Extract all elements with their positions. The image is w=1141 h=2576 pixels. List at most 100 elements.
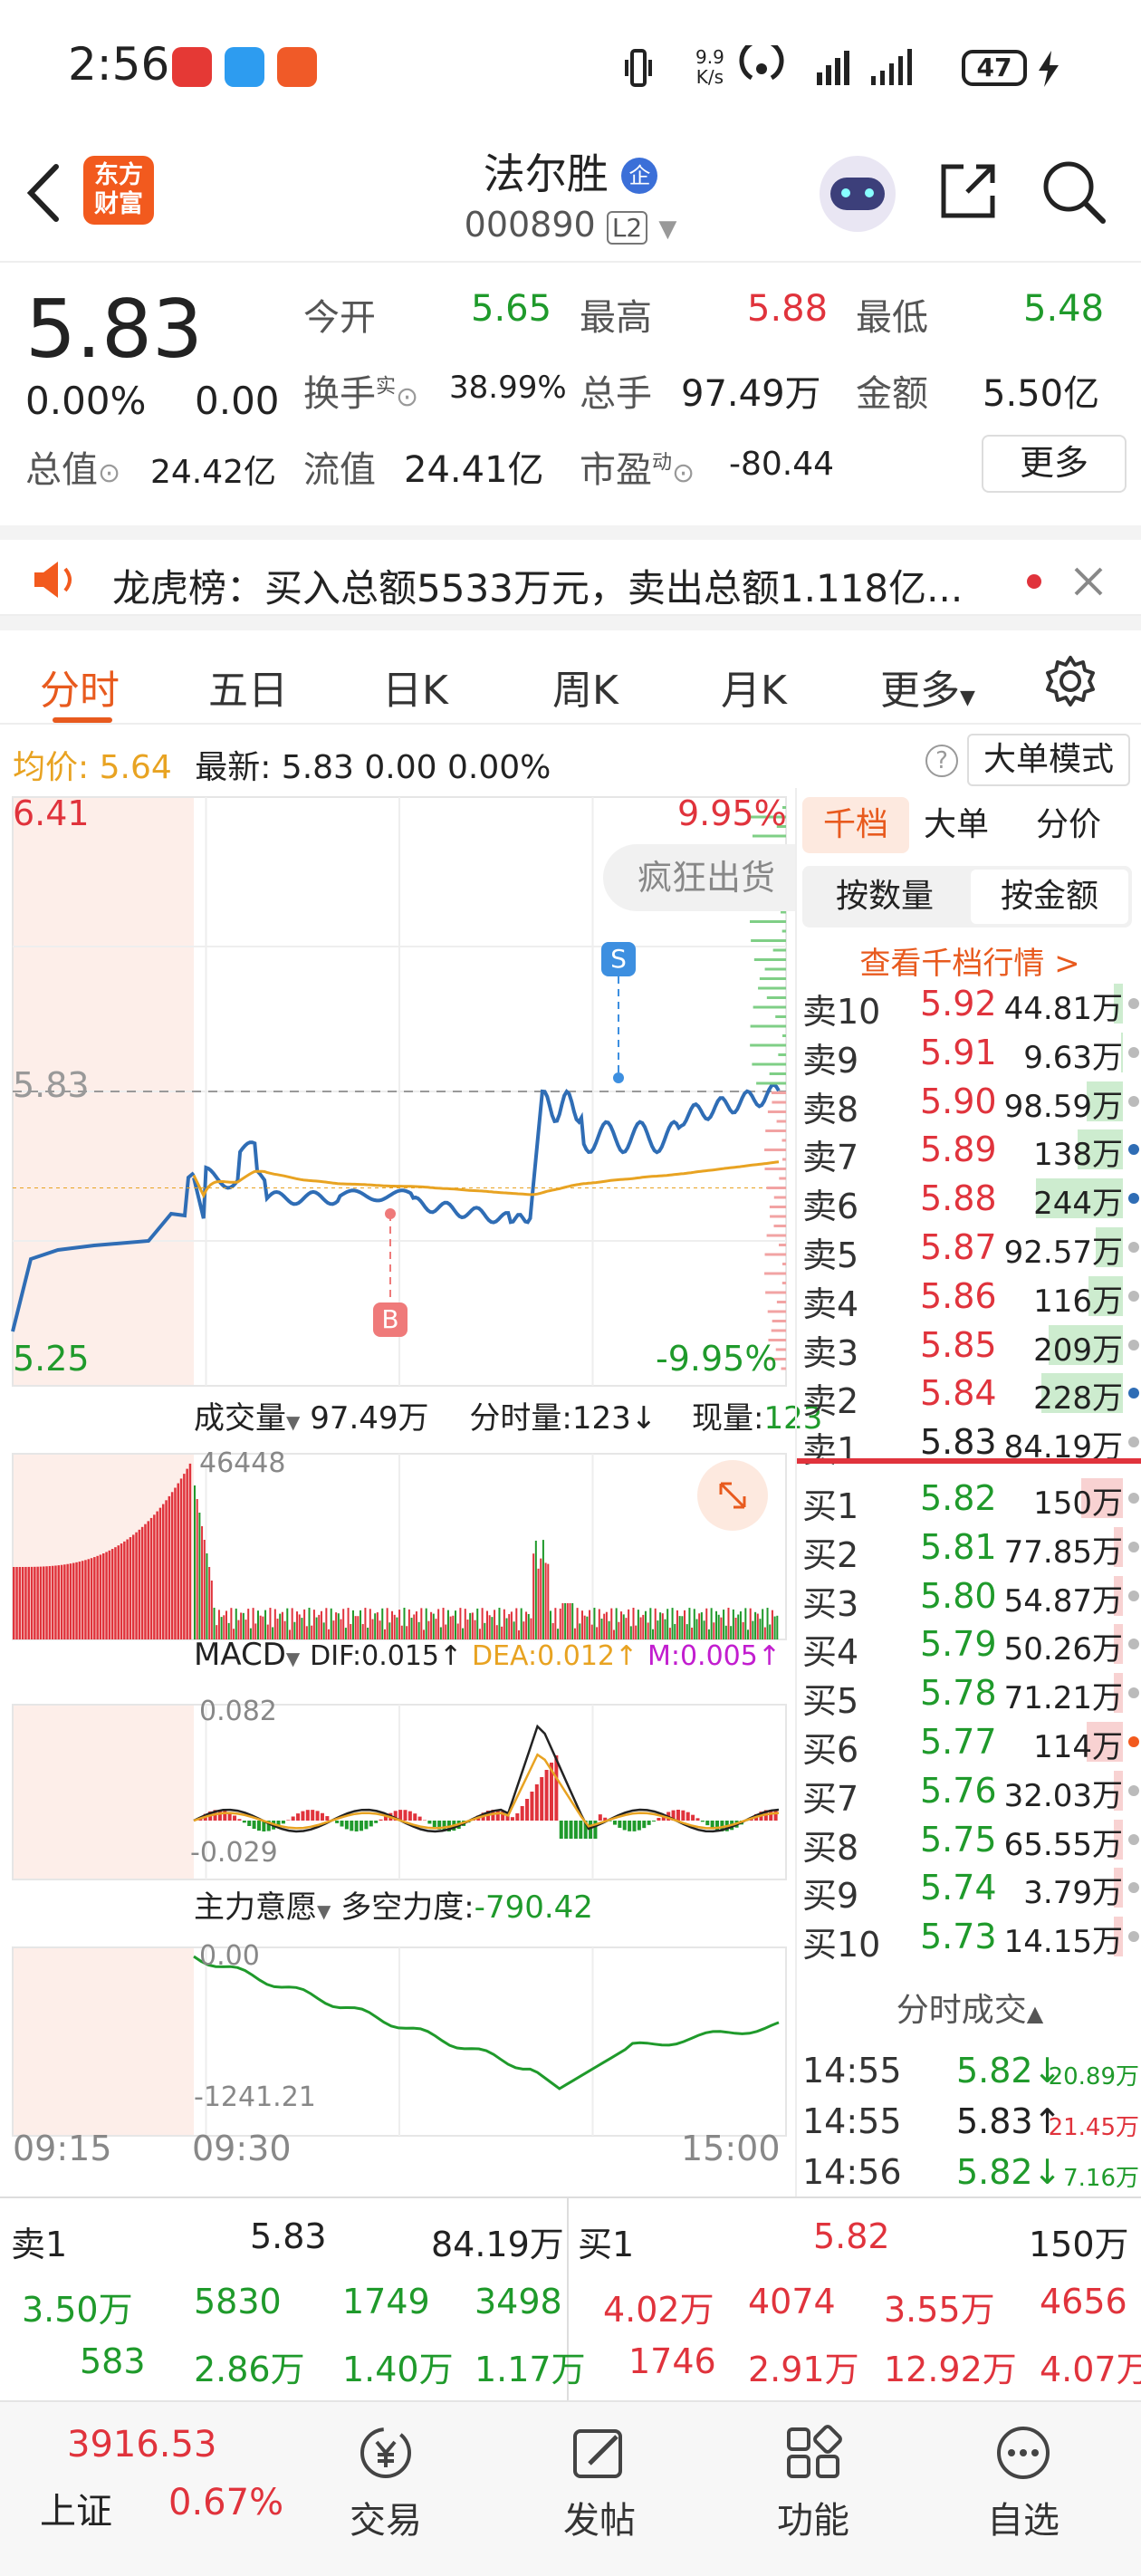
order-flow-bar	[759, 977, 786, 980]
order-flow-bar	[750, 1024, 786, 1028]
chart-canvas[interactable]	[0, 788, 797, 2196]
volume-bar	[542, 1540, 544, 1639]
info-icon[interactable]: ⊙	[98, 457, 120, 489]
sell-level-row[interactable]: 卖5 5.87 92.57万	[797, 1222, 1141, 1275]
search-icon[interactable]	[1040, 158, 1108, 226]
volume-bar	[598, 1609, 600, 1639]
sort-by-amount[interactable]: 按金额	[971, 870, 1128, 924]
sell-level-price: 5.91	[920, 1032, 997, 1072]
volume-indicator-select[interactable]: 成交量▼	[194, 1400, 300, 1437]
sort-by-quantity[interactable]: 按数量	[802, 866, 967, 928]
sell-level-row[interactable]: 卖10 5.92 44.81万	[797, 978, 1141, 1032]
tab-daily-k[interactable]: 日K	[382, 658, 448, 716]
trades-title[interactable]: 分时成交▲	[797, 1984, 1141, 2031]
macd-indicator-select[interactable]: MACD▼	[194, 1637, 300, 1673]
tab-more[interactable]: 更多▼	[880, 658, 975, 716]
mail-app-icon	[277, 47, 317, 87]
volume-bar	[654, 1608, 657, 1639]
tab-price-distribution[interactable]: 分价	[1036, 797, 1101, 853]
trade-row: 14:55 5.83↑ 21.45万	[797, 2096, 1141, 2145]
share-icon[interactable]	[936, 159, 1000, 223]
pre-open-volume-bar	[135, 1532, 138, 1639]
order-dot	[1128, 1687, 1139, 1699]
sell-level-row[interactable]: 卖8 5.90 98.59万	[797, 1076, 1141, 1129]
tab-thousand-level[interactable]: 千档	[802, 797, 909, 853]
sell-level-row[interactable]: 卖7 5.89 138万	[797, 1124, 1141, 1177]
sell-level-price: 5.83	[920, 1422, 997, 1463]
buy-level-row[interactable]: 买8 5.75 65.55万	[797, 1814, 1141, 1868]
main-force-select[interactable]: 主力意愿▼	[194, 1889, 331, 1926]
macd-bar	[520, 1806, 524, 1821]
yen-cycle-icon	[360, 2427, 411, 2478]
more-button[interactable]: 更多	[982, 435, 1127, 493]
order-dot	[1128, 1095, 1139, 1107]
intraday-chart[interactable]: 6.41 9.95% 5.83 5.25 -9.95% 疯狂出货 S B 成交量…	[0, 788, 822, 2196]
tab-monthly-k[interactable]: 月K	[721, 658, 787, 716]
settings-gear-icon[interactable]	[1043, 654, 1098, 708]
buy-level-row[interactable]: 买1 5.82 150万	[797, 1473, 1141, 1526]
expand-icon[interactable]	[697, 1460, 768, 1531]
volume-bar	[279, 1613, 282, 1639]
volume-bar	[688, 1608, 691, 1639]
order-flow-bar	[764, 1168, 786, 1170]
close-icon[interactable]	[1072, 565, 1105, 598]
buy-level-row[interactable]: 买7 5.76 32.03万	[797, 1765, 1141, 1819]
tab-weekly-k[interactable]: 周K	[552, 658, 618, 716]
index-ticker[interactable]: 3916.53 上证 0.67%	[0, 2402, 283, 2576]
sell-level-row[interactable]: 卖4 5.86 116万	[797, 1271, 1141, 1324]
buy-level-row[interactable]: 买2 5.81 77.85万	[797, 1522, 1141, 1575]
tab-big-order[interactable]: 大单	[924, 797, 989, 853]
notice-bar[interactable]: 龙虎榜：买入总额5533万元，卖出总额1.118亿...	[0, 525, 1141, 616]
help-icon[interactable]: ?	[925, 745, 958, 777]
nav-watchlist[interactable]: 自选	[942, 2424, 1105, 2543]
buy-level-volume: 3.79万	[1023, 1875, 1123, 1912]
info-icon[interactable]: ⊙	[396, 381, 418, 413]
sell-level-volume: 98.59万	[1003, 1088, 1123, 1125]
nav-functions[interactable]: 功能	[732, 2424, 895, 2543]
macd-header: MACD▼ DIF:0.015↑ DEA:0.012↑ M:0.005↑	[194, 1637, 781, 1673]
buy-level-row[interactable]: 买6 5.77 114万	[797, 1716, 1141, 1770]
view-depth-link[interactable]: 查看千档行情 >	[797, 938, 1141, 983]
bottom-nav: 3916.53 上证 0.67% 交易 发帖 功能 自选	[0, 2400, 1141, 2576]
buy-level-row[interactable]: 买3 5.80 54.87万	[797, 1571, 1141, 1624]
buy-level-row[interactable]: 买4 5.79 50.26万	[797, 1619, 1141, 1672]
sell-level-row[interactable]: 卖2 5.84 228万	[797, 1368, 1141, 1421]
sell-level-row[interactable]: 卖9 5.91 9.63万	[797, 1027, 1141, 1081]
pre-open-volume-bar	[69, 1563, 72, 1639]
sell-level-row[interactable]: 卖6 5.88 244万	[797, 1173, 1141, 1226]
sell-level-row[interactable]: 卖3 5.85 209万	[797, 1320, 1141, 1373]
tab-five-day[interactable]: 五日	[208, 658, 288, 716]
sell-level-label: 卖8	[802, 1089, 859, 1129]
buy-level-label: 买1	[802, 1486, 859, 1526]
macd-bar	[647, 1821, 651, 1825]
order-flow-bar	[779, 1177, 786, 1180]
buy-level-row[interactable]: 买9 5.74 3.79万	[797, 1862, 1141, 1916]
tab-intraday[interactable]: 分时	[40, 658, 120, 716]
trade-time: 14:55	[802, 2051, 902, 2091]
order-dot	[1128, 998, 1139, 1009]
macd-bar	[544, 1770, 549, 1821]
buy-level-row[interactable]: 买5 5.78 71.21万	[797, 1668, 1141, 1721]
depth-sell-cell: 2.86万	[194, 2350, 305, 2389]
sell-marker[interactable]: S	[601, 942, 636, 976]
pre-open-volume-bar	[99, 1554, 102, 1639]
order-dot	[1128, 1437, 1139, 1448]
depth-sell-cell: 1749	[342, 2282, 430, 2321]
nav-trade[interactable]: 交易	[304, 2424, 467, 2543]
buy-level-volume: 71.21万	[1003, 1680, 1123, 1717]
nav-post[interactable]: 发帖	[518, 2424, 681, 2543]
event-tag[interactable]: 疯狂出货	[603, 844, 797, 911]
buy-marker[interactable]: B	[373, 1302, 408, 1337]
big-order-mode-button[interactable]: 大单模式	[967, 734, 1130, 786]
macd-bar	[311, 1810, 315, 1821]
order-flow-bar	[781, 1139, 786, 1142]
robot-assistant-icon[interactable]	[820, 156, 896, 232]
pre-open-volume-bar	[43, 1566, 45, 1639]
depth-sell-cell: 3498	[475, 2282, 562, 2321]
buy-level-row[interactable]: 买10 5.73 14.15万	[797, 1911, 1141, 1965]
high-label: 最高	[580, 297, 652, 339]
depth-buy-cell: 4.02万	[603, 2290, 714, 2330]
volume-bar	[698, 1613, 701, 1639]
info-icon[interactable]: ⊙	[672, 457, 695, 489]
sell-level-price: 5.84	[920, 1373, 997, 1414]
